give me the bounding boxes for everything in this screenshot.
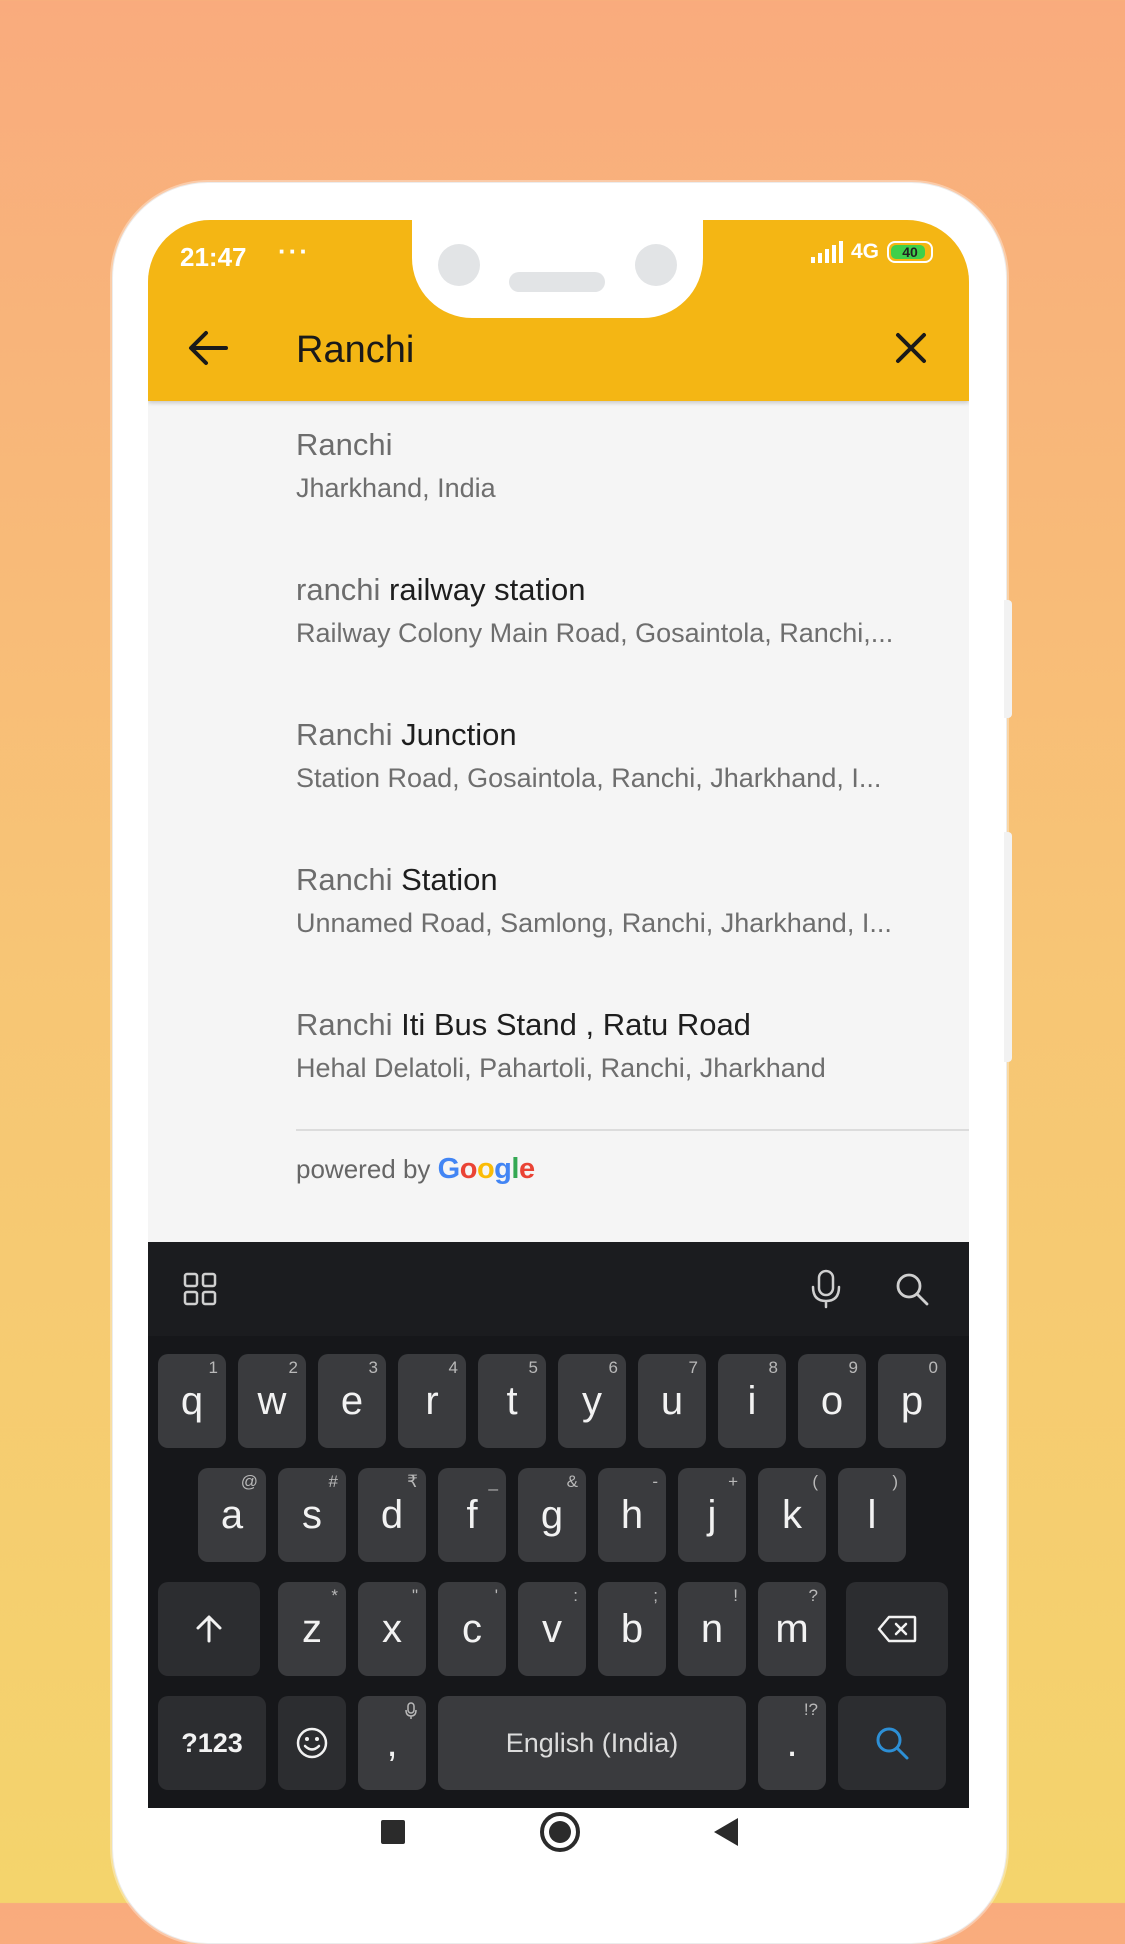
arrow-up-icon (196, 1615, 222, 1643)
comma-key[interactable]: , (358, 1696, 426, 1790)
key-r[interactable]: r4 (398, 1354, 466, 1448)
search-icon (896, 1273, 929, 1306)
powered-by-google: powered by Google (296, 1153, 535, 1185)
key-n[interactable]: n! (678, 1582, 746, 1676)
key-t[interactable]: t5 (478, 1354, 546, 1448)
key-s[interactable]: s # (278, 1468, 346, 1562)
result-title: Ranchi (296, 427, 393, 462)
result-subtitle: Railway Colony Main Road, Gosaintola, Ra… (296, 618, 894, 648)
result-title: ranchi railway station (296, 572, 586, 607)
status-time: 21:47 (180, 242, 247, 272)
key-z[interactable]: z * (278, 1582, 346, 1676)
earpiece-speaker (509, 272, 605, 292)
back-nav-button[interactable] (702, 1808, 750, 1856)
key-o[interactable]: o9 (798, 1354, 866, 1448)
phone-screen: 21:47 ··· 4G 40 Ranchi Ranchi Jharkhand,… (148, 220, 969, 1808)
signal-icon (810, 241, 843, 263)
period-key[interactable]: .!? (758, 1696, 826, 1790)
search-icon (876, 1727, 909, 1760)
system-nav-bar (148, 1808, 969, 1908)
key-q[interactable]: q1 (158, 1354, 226, 1448)
front-camera (438, 244, 480, 286)
backspace-key[interactable] (846, 1582, 948, 1676)
back-button[interactable] (178, 318, 238, 378)
search-action-key[interactable] (838, 1696, 946, 1790)
list-item[interactable]: ranchi railway station Railway Colony Ma… (296, 546, 946, 676)
google-logo: Google (437, 1153, 535, 1185)
backspace-icon (877, 1615, 917, 1643)
recents-button[interactable] (369, 1808, 417, 1856)
key-e[interactable]: e3 (318, 1354, 386, 1448)
key-p[interactable]: p0 (878, 1354, 946, 1448)
divider (296, 1129, 969, 1131)
camera-notch (412, 220, 703, 318)
notification-dots: ··· (278, 236, 310, 266)
key-w[interactable]: w2 (238, 1354, 306, 1448)
list-item[interactable]: Ranchi Junction Station Road, Gosaintola… (296, 691, 946, 821)
home-button[interactable] (530, 1802, 590, 1862)
result-subtitle: Station Road, Gosaintola, Ranchi, Jharkh… (296, 763, 882, 793)
apps-grid-button[interactable] (178, 1267, 222, 1311)
battery-icon: 40 (887, 241, 933, 263)
result-subtitle: Hehal Delatoli, Pahartoli, Ranchi, Jhark… (296, 1053, 826, 1083)
key-a[interactable]: a @ (198, 1468, 266, 1562)
triangle-back-icon (714, 1818, 738, 1846)
grid-icon (183, 1272, 217, 1306)
power-button (1004, 832, 1012, 1062)
result-title: Ranchi Iti Bus Stand , Ratu Road (296, 1007, 751, 1042)
microphone-hint-icon (405, 1702, 417, 1719)
volume-button (1004, 600, 1012, 718)
status-icons: 4G 40 (810, 240, 933, 264)
key-i[interactable]: i8 (718, 1354, 786, 1448)
space-bar[interactable]: English (India) (438, 1696, 746, 1790)
list-item[interactable]: Ranchi Iti Bus Stand , Ratu Road Hehal D… (296, 981, 946, 1111)
list-item[interactable]: Ranchi Jharkhand, India (296, 401, 946, 531)
key-l[interactable]: l) (838, 1468, 906, 1562)
emoji-key[interactable] (278, 1696, 346, 1790)
battery-level: 40 (902, 244, 918, 260)
result-title: Ranchi Junction (296, 717, 517, 752)
list-item[interactable]: Ranchi Station Unnamed Road, Samlong, Ra… (296, 836, 946, 966)
key-h[interactable]: h- (598, 1468, 666, 1562)
key-v[interactable]: v: (518, 1582, 586, 1676)
search-input[interactable] (296, 320, 816, 380)
home-circle-icon (540, 1812, 580, 1852)
keyboard-toolbar (148, 1242, 969, 1336)
key-x[interactable]: x " (358, 1582, 426, 1676)
key-f[interactable]: f _ (438, 1468, 506, 1562)
key-b[interactable]: b; (598, 1582, 666, 1676)
key-c[interactable]: c ' (438, 1582, 506, 1676)
arrow-left-icon (189, 331, 228, 365)
key-k[interactable]: k( (758, 1468, 826, 1562)
network-type: 4G (850, 240, 879, 263)
keyboard-search-button[interactable] (890, 1267, 934, 1311)
soft-keyboard: q1 w2 e3 r4 t5 y6 u7 i8 o9 p0 a @ s # d ₹ f… (148, 1242, 969, 1808)
result-subtitle: Jharkhand, India (296, 473, 496, 503)
shift-key[interactable] (158, 1582, 260, 1676)
key-u[interactable]: u7 (638, 1354, 706, 1448)
sensor (635, 244, 677, 286)
voice-input-button[interactable] (804, 1267, 848, 1311)
microphone-icon (811, 1269, 841, 1309)
square-icon (381, 1820, 405, 1844)
key-y[interactable]: y6 (558, 1354, 626, 1448)
close-icon (896, 333, 926, 363)
result-title: Ranchi Station (296, 862, 498, 897)
key-g[interactable]: g & (518, 1468, 586, 1562)
result-subtitle: Unnamed Road, Samlong, Ranchi, Jharkhand… (296, 908, 892, 938)
search-app-bar: 21:47 ··· 4G 40 (148, 220, 969, 401)
smiley-icon (296, 1727, 328, 1759)
key-d[interactable]: d ₹ (358, 1468, 426, 1562)
key-j[interactable]: j + (678, 1468, 746, 1562)
key-m[interactable]: m? (758, 1582, 826, 1676)
symbols-key[interactable]: ?123 (158, 1696, 266, 1790)
clear-search-button[interactable] (881, 318, 941, 378)
